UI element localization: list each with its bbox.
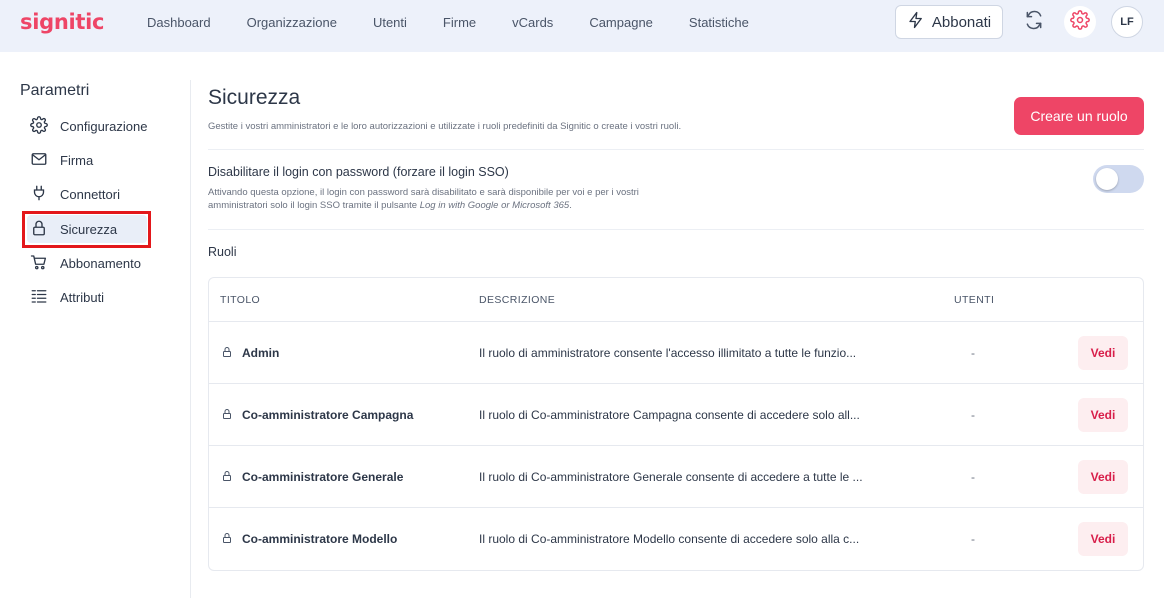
view-role-button[interactable]: Vedi [1078,522,1128,556]
sso-toggle[interactable] [1093,165,1144,193]
sso-setting-description: Attivando questa opzione, il login con p… [208,186,678,212]
row-title-cell: Co-amministratore Generale [221,446,403,508]
nav-organizzazione[interactable]: Organizzazione [229,15,355,30]
sso-desc-suffix: . [569,200,572,211]
lock-icon [221,532,233,547]
top-navbar: signitic Dashboard Organizzazione Utenti… [0,0,1164,52]
column-header-users: UTENTI [954,294,995,306]
sidebar-item-sicurezza[interactable]: Sicurezza [27,215,147,243]
settings-button[interactable] [1064,6,1096,38]
sso-setting-title: Disabilitare il login con password (forz… [208,165,509,179]
sidebar-item-label: Sicurezza [60,221,118,237]
sidebar-item-abbonamento[interactable]: Abbonamento [30,249,180,277]
refresh-icon [1024,10,1044,35]
sidebar-item-connettori[interactable]: Connettori [30,180,180,208]
sidebar-item-label: Configurazione [60,118,148,134]
toggle-knob [1096,168,1118,190]
table-row: Admin Il ruolo di amministratore consent… [209,321,1143,383]
sso-desc-italic: Log in with Google or Microsoft 365 [419,200,570,211]
lock-icon [221,408,233,423]
view-role-button[interactable]: Vedi [1078,398,1128,432]
table-row: Co-amministratore Generale Il ruolo di C… [209,445,1143,507]
subscribe-button[interactable]: Abbonati [895,5,1003,39]
envelope-icon [30,150,48,171]
sidebar-item-label: Connettori [60,186,120,202]
user-avatar[interactable]: LF [1111,6,1143,38]
role-description: Il ruolo di Co-amministratore Generale c… [479,470,863,484]
gear-icon [30,115,48,137]
table-row: Co-amministratore Modello Il ruolo di Co… [209,507,1143,569]
nav-campagne[interactable]: Campagne [571,15,671,30]
create-role-button[interactable]: Creare un ruolo [1014,97,1144,135]
role-users: - [971,408,975,422]
sidebar-item-firma[interactable]: Firma [30,146,180,174]
sidebar-item-label: Abbonamento [60,255,141,271]
lock-icon [30,219,48,240]
sidebar-divider [190,80,191,598]
role-users: - [971,470,975,484]
cart-icon [30,253,48,274]
view-role-button[interactable]: Vedi [1078,336,1128,370]
row-title-cell: Co-amministratore Modello [221,508,397,570]
role-description: Il ruolo di amministratore consente l'ac… [479,346,857,360]
role-title: Co-amministratore Generale [242,470,404,484]
page-subtitle: Gestite i vostri amministratori e le lor… [208,121,682,132]
role-title: Admin [242,346,280,360]
column-header-title: TITOLO [220,294,261,306]
role-users: - [971,346,975,360]
section-divider [208,149,1144,150]
nav-firme[interactable]: Firme [425,15,494,30]
sidebar-title: Parametri [20,82,90,99]
roles-table: TITOLO DESCRIZIONE UTENTI Admin Il ruolo… [208,277,1144,571]
refresh-button[interactable] [1018,6,1050,38]
role-title: Co-amministratore Modello [242,532,398,546]
table-row: Co-amministratore Campagna Il ruolo di C… [209,383,1143,445]
row-title-cell: Admin [221,322,279,384]
role-description: Il ruolo di Co-amministratore Modello co… [479,532,860,546]
section-divider [208,229,1144,230]
page-title: Sicurezza [208,86,301,109]
role-users: - [971,532,975,546]
column-header-description: DESCRIZIONE [479,294,556,306]
lock-icon [221,470,233,485]
lightning-icon [907,11,925,33]
role-description: Il ruolo di Co-amministratore Campagna c… [479,408,860,422]
view-role-button[interactable]: Vedi [1078,460,1128,494]
list-icon [30,287,48,308]
subscribe-label: Abbonati [931,13,992,31]
signitic-logo[interactable]: signitic [20,10,104,34]
nav-dashboard[interactable]: Dashboard [129,15,229,30]
nav-vcards[interactable]: vCards [494,15,571,30]
roles-section-label: Ruoli [208,245,237,259]
role-title: Co-amministratore Campagna [242,408,414,422]
main-nav: Dashboard Organizzazione Utenti Firme vC… [129,0,767,44]
sidebar-item-attributi[interactable]: Attributi [30,283,180,311]
gear-icon [1070,9,1090,35]
plug-icon [30,184,48,205]
nav-statistiche[interactable]: Statistiche [671,15,767,30]
lock-icon [221,346,233,361]
sidebar-item-configurazione[interactable]: Configurazione [30,112,180,140]
nav-utenti[interactable]: Utenti [355,15,425,30]
row-title-cell: Co-amministratore Campagna [221,384,413,446]
sidebar-item-label: Attributi [60,289,105,305]
sidebar-item-label: Firma [60,152,94,168]
